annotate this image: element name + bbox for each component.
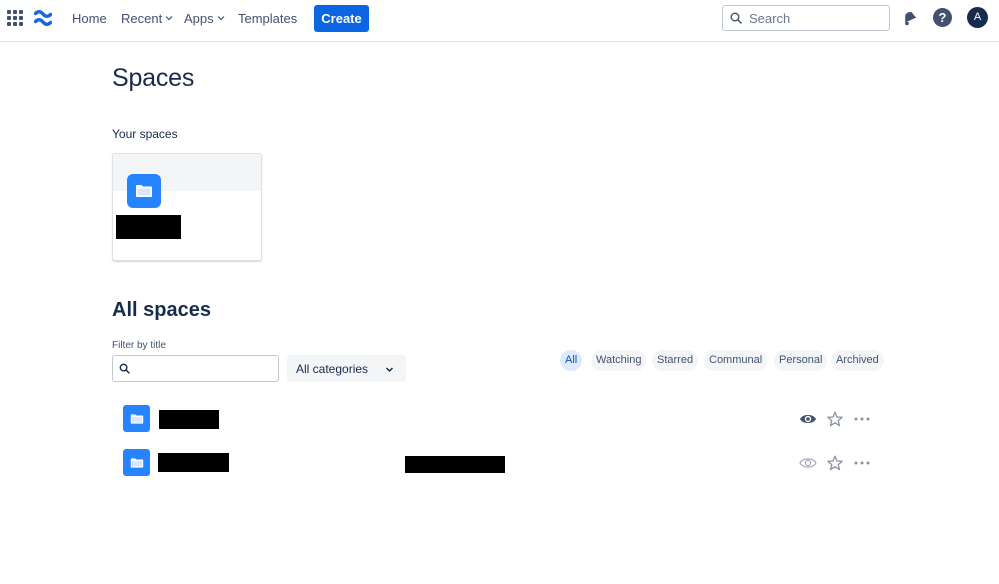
all-spaces-heading: All spaces bbox=[112, 299, 211, 321]
search-icon bbox=[730, 12, 742, 24]
star-icon[interactable] bbox=[826, 411, 844, 427]
nav-apps-label: Apps bbox=[184, 11, 214, 26]
tab-communal[interactable]: Communal bbox=[704, 350, 768, 371]
redacted-space-name bbox=[116, 215, 181, 239]
watch-eye-icon[interactable] bbox=[799, 455, 817, 471]
more-options-icon[interactable] bbox=[853, 455, 871, 471]
watch-eye-icon[interactable] bbox=[799, 411, 817, 427]
user-avatar[interactable]: A bbox=[967, 7, 988, 28]
redacted-space-description bbox=[405, 456, 505, 473]
redacted-space-name bbox=[159, 410, 219, 429]
search-box[interactable] bbox=[722, 5, 890, 31]
more-options-icon[interactable] bbox=[853, 411, 871, 427]
chevron-down-icon bbox=[217, 16, 225, 21]
nav-apps-dropdown[interactable]: Apps bbox=[184, 11, 225, 29]
space-row[interactable] bbox=[112, 405, 892, 443]
nav-templates-label: Templates bbox=[238, 11, 298, 26]
tab-starred[interactable]: Starred bbox=[652, 350, 699, 371]
nav-home-label: Home bbox=[72, 11, 107, 26]
confluence-logo-icon[interactable] bbox=[34, 9, 52, 27]
notifications-bell-icon[interactable] bbox=[900, 9, 918, 27]
space-row[interactable] bbox=[112, 449, 892, 487]
create-button[interactable]: Create bbox=[314, 5, 369, 32]
nav-home[interactable]: Home bbox=[72, 11, 107, 29]
redacted-space-name bbox=[158, 453, 229, 472]
space-folder-icon bbox=[123, 449, 150, 476]
page-title: Spaces bbox=[112, 64, 195, 92]
tab-watching[interactable]: Watching bbox=[591, 350, 647, 371]
nav-recent-label: Recent bbox=[121, 11, 163, 26]
chevron-down-icon bbox=[165, 16, 173, 21]
nav-templates[interactable]: Templates bbox=[238, 11, 297, 29]
tab-all[interactable]: All bbox=[560, 350, 583, 371]
top-navigation: Home Recent Apps Templates Create ? A bbox=[0, 0, 999, 42]
help-icon[interactable]: ? bbox=[933, 8, 952, 27]
tab-archived[interactable]: Archived bbox=[831, 350, 884, 371]
app-switcher-grid-icon[interactable] bbox=[6, 9, 24, 27]
search-input[interactable] bbox=[749, 9, 885, 27]
space-filter-tabs: All Watching Starred Communal Personal A… bbox=[0, 350, 999, 372]
space-folder-icon bbox=[127, 174, 161, 208]
your-space-card[interactable] bbox=[112, 153, 262, 261]
nav-recent-dropdown[interactable]: Recent bbox=[121, 11, 173, 29]
tab-personal[interactable]: Personal bbox=[774, 350, 828, 371]
star-icon[interactable] bbox=[826, 455, 844, 471]
your-spaces-heading: Your spaces bbox=[112, 127, 178, 141]
space-folder-icon bbox=[123, 405, 150, 432]
